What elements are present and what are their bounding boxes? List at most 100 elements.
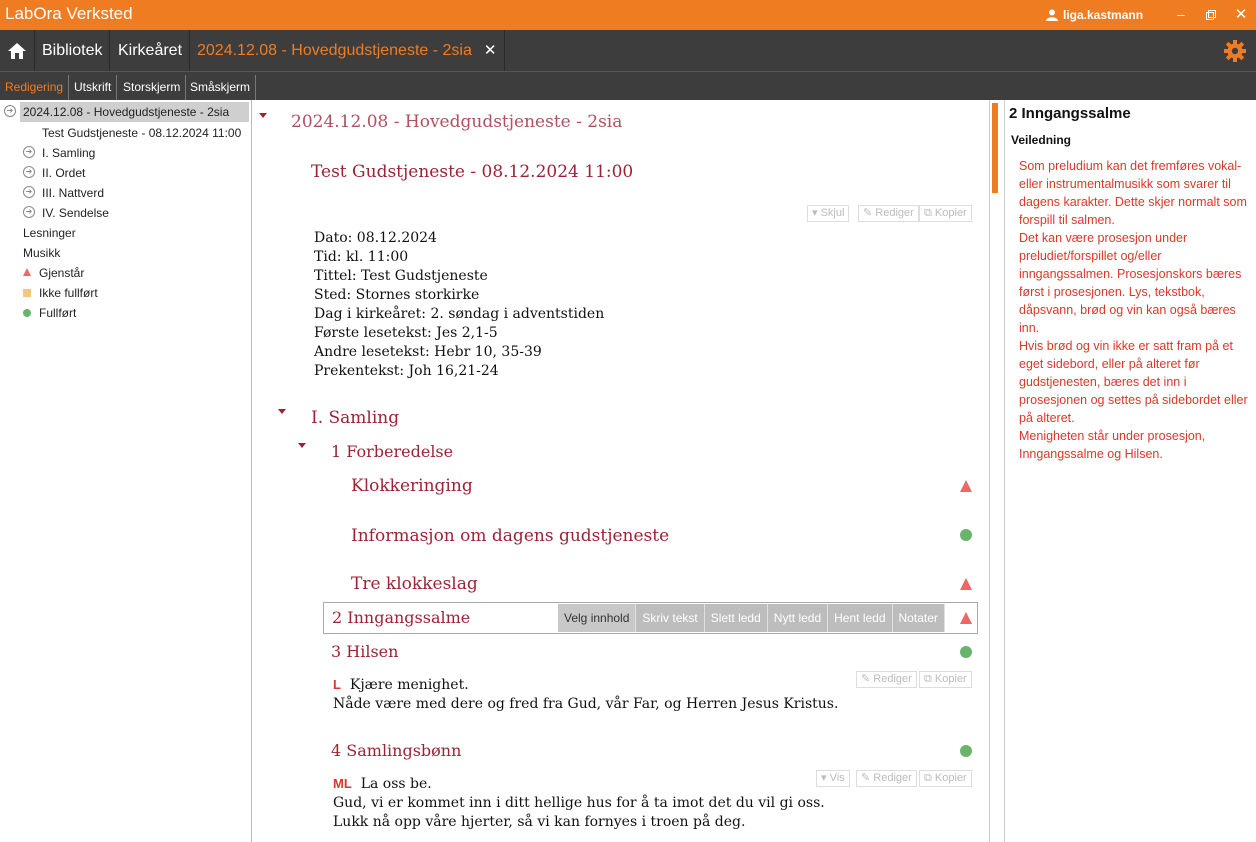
samlingsbonn-line-2: Gud, vi er kommet inn i ditt hellige hus… — [333, 795, 825, 811]
doc-title: 2024.12.08 - Hovedgudstjeneste - 2sia — [291, 112, 623, 132]
item-hilsen[interactable]: 3 Hilsen — [331, 642, 398, 661]
minimize-icon[interactable]: – — [1172, 6, 1190, 24]
guidance-title: 2 Inngangssalme — [1009, 105, 1131, 122]
edit-button[interactable]: ✎ Rediger — [856, 770, 917, 787]
complete-icon — [960, 646, 972, 658]
tree-section-sendelse[interactable]: IV. Sendelse — [42, 203, 109, 223]
write-text-button[interactable]: Skriv tekst — [636, 604, 705, 632]
collapse-icon[interactable] — [278, 409, 286, 414]
guidance-paragraph: Det kan være prosesjon under preludiet/f… — [1019, 231, 1242, 335]
samlingsbonn-line-1: ML La oss be. — [333, 776, 432, 792]
view-tabs: Redigering Utskrift Storskjerm Småskjerm — [0, 71, 1256, 101]
show-button[interactable]: ▾ Vis — [816, 770, 850, 787]
tree-musikk[interactable]: Musikk — [23, 243, 60, 263]
expand-icon[interactable]: ➔ — [23, 146, 35, 158]
info-first-reading: Første lesetekst: Jes 2,1-5 — [314, 325, 498, 341]
hide-button[interactable]: ▾ Skjul — [807, 205, 850, 222]
selected-item-title: 2 Inngangssalme — [332, 608, 471, 627]
username: liga.kastmann — [1063, 8, 1144, 22]
nav-bibliotek[interactable]: Bibliotek — [35, 30, 111, 71]
tab-storskjerm[interactable]: Storskjerm — [118, 75, 187, 101]
complete-icon — [23, 309, 31, 317]
copy-button[interactable]: ⧉ Kopier — [919, 770, 972, 787]
close-tab-icon[interactable]: ✕ — [484, 30, 497, 71]
tree-root[interactable]: 2024.12.08 - Hovedgudstjeneste - 2sia — [20, 102, 249, 122]
expand-icon[interactable]: ➔ — [23, 166, 35, 178]
guidance-paragraph: Hvis brød og vin ikke er satt fram på et… — [1019, 339, 1248, 425]
remaining-icon — [960, 480, 972, 492]
vertical-scrollbar[interactable] — [989, 100, 1005, 842]
tree-service[interactable]: Test Gudstjeneste - 08.12.2024 11:00 — [42, 123, 241, 143]
guidance-panel: 2 Inngangssalme Veiledning Som preludium… — [1006, 100, 1256, 842]
restore-icon[interactable] — [1202, 6, 1220, 24]
expand-icon[interactable]: ➔ — [23, 206, 35, 218]
close-icon[interactable]: ✕ — [1232, 6, 1250, 24]
tree-section-samling[interactable]: I. Samling — [42, 143, 95, 163]
edit-button[interactable]: ✎ Rediger — [858, 205, 919, 222]
info-date: Dato: 08.12.2024 — [314, 230, 437, 246]
info-time: Tid: kl. 11:00 — [314, 249, 409, 265]
complete-icon — [960, 745, 972, 757]
info-place: Sted: Stornes storkirke — [314, 287, 480, 303]
complete-icon — [960, 529, 972, 541]
select-content-button[interactable]: Velg innhold — [558, 604, 637, 632]
item-samlingsbonn[interactable]: 4 Samlingsbønn — [331, 741, 461, 760]
outline-tree: ➔ 2024.12.08 - Hovedgudstjeneste - 2sia … — [0, 100, 252, 842]
legend-gjenstar: Gjenstår — [39, 266, 85, 280]
document-editor: 2024.12.08 - Hovedgudstjeneste - 2sia Te… — [253, 100, 989, 842]
guidance-text: Som preludium kan det fremføres vokal- e… — [1019, 157, 1251, 463]
copy-button[interactable]: ⧉ Kopier — [919, 205, 972, 222]
item-actions: Velg innhold Skriv tekst Slett ledd Nytt… — [558, 604, 945, 632]
edit-button[interactable]: ✎ Rediger — [856, 671, 917, 688]
incomplete-icon — [23, 289, 31, 297]
legend-ikke-fullfort: Ikke fullført — [39, 286, 98, 300]
scrollbar-thumb[interactable] — [992, 103, 998, 193]
role-label: ML — [333, 776, 352, 791]
home-button[interactable] — [0, 30, 35, 71]
info-title: Tittel: Test Gudstjeneste — [314, 268, 488, 284]
app-title: LabOra Verksted — [5, 4, 133, 23]
tree-lesninger[interactable]: Lesninger — [23, 223, 76, 243]
tab-smaskjerm[interactable]: Småskjerm — [185, 75, 257, 101]
info-second-reading: Andre lesetekst: Hebr 10, 35-39 — [314, 344, 542, 360]
samlingsbonn-line-3: Lukk nå opp våre hjerter, så vi kan forn… — [333, 814, 746, 830]
subsection-title: 1 Forberedelse — [331, 442, 454, 461]
guidance-subtitle: Veiledning — [1011, 133, 1072, 147]
user-icon — [1046, 9, 1058, 21]
collapse-icon[interactable] — [298, 443, 306, 448]
selected-item-row[interactable]: 2 Inngangssalme Velg innhold Skriv tekst… — [323, 602, 978, 634]
hilsen-line-2: Nåde være med dere og fred fra Gud, vår … — [333, 696, 839, 712]
tree-section-nattverd[interactable]: III. Nattverd — [42, 183, 104, 203]
user-account[interactable]: liga.kastmann — [1046, 8, 1143, 22]
nav-kirkearet[interactable]: Kirkeåret — [111, 30, 191, 71]
copy-button[interactable]: ⧉ Kopier — [919, 671, 972, 688]
item-tre-klokkeslag[interactable]: Tre klokkeslag — [351, 574, 478, 594]
home-icon — [8, 42, 26, 59]
tab-document-label: 2024.12.08 - Hovedgudstjeneste - 2sia — [197, 42, 472, 59]
role-label: L — [333, 677, 341, 692]
collapse-icon[interactable] — [259, 113, 267, 118]
service-title: Test Gudstjeneste - 08.12.2024 11:00 — [311, 162, 634, 182]
guidance-paragraph: Menigheten står under prosesjon, Inngang… — [1019, 429, 1206, 461]
fetch-item-button[interactable]: Hent ledd — [828, 604, 893, 632]
expand-icon[interactable]: ➔ — [4, 105, 16, 117]
notes-button[interactable]: Notater — [893, 604, 945, 632]
item-informasjon[interactable]: Informasjon om dagens gudstjeneste — [351, 526, 669, 546]
info-sermon-text: Prekentekst: Joh 16,21-24 — [314, 363, 499, 379]
item-klokkeringing[interactable]: Klokkeringing — [351, 476, 473, 496]
remaining-icon — [960, 612, 972, 624]
navigation-bar: Bibliotek Kirkeåret 2024.12.08 - Hovedgu… — [0, 30, 1256, 71]
delete-item-button[interactable]: Slett ledd — [705, 604, 768, 632]
hilsen-line-1: L Kjære menighet. — [333, 677, 469, 693]
tab-utskrift[interactable]: Utskrift — [69, 75, 118, 101]
guidance-paragraph: Som preludium kan det fremføres vokal- e… — [1019, 159, 1247, 227]
tab-redigering[interactable]: Redigering — [0, 75, 70, 101]
remaining-icon — [960, 578, 972, 590]
tab-document[interactable]: 2024.12.08 - Hovedgudstjeneste - 2sia ✕ — [189, 30, 506, 71]
expand-icon[interactable]: ➔ — [23, 186, 35, 198]
info-day: Dag i kirkeåret: 2. søndag i adventstide… — [314, 306, 605, 322]
tree-section-ordet[interactable]: II. Ordet — [42, 163, 85, 183]
gear-icon[interactable] — [1223, 39, 1247, 63]
new-item-button[interactable]: Nytt ledd — [768, 604, 829, 632]
remaining-icon — [23, 268, 31, 276]
